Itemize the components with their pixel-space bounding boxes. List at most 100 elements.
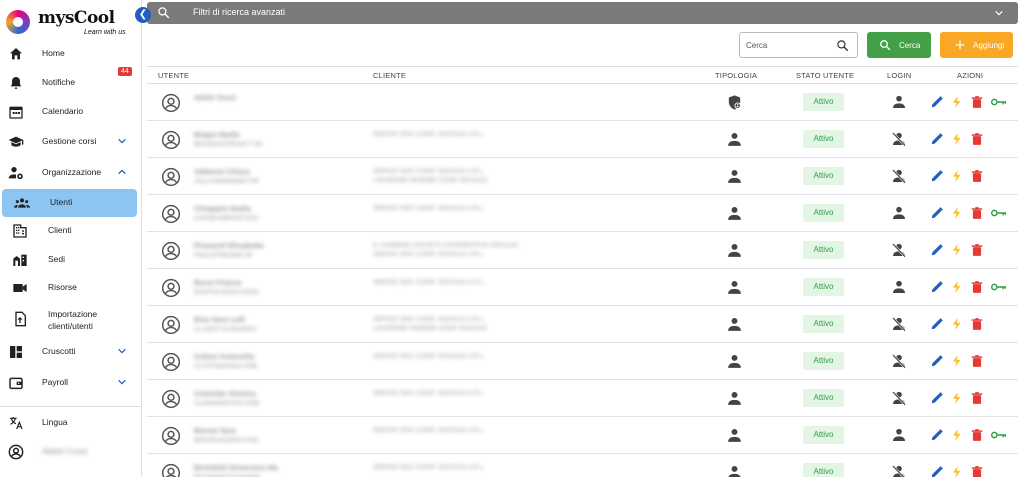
lightning-icon[interactable] xyxy=(950,206,964,220)
lightning-icon[interactable] xyxy=(950,280,964,294)
delete-icon[interactable] xyxy=(970,465,984,477)
header-tipologia[interactable]: TIPOLOGIA xyxy=(715,71,757,80)
key-icon[interactable] xyxy=(990,280,1008,294)
sidebar-item-risorse[interactable]: Risorse xyxy=(0,274,141,302)
client-name: SERVIZI SOC COOP. SOCIALE A R.L. xyxy=(373,427,486,434)
lightning-icon[interactable] xyxy=(950,132,964,146)
edit-icon[interactable] xyxy=(930,391,944,405)
login-enabled-icon[interactable] xyxy=(891,205,907,221)
login-enabled-icon[interactable] xyxy=(891,427,907,443)
edit-icon[interactable] xyxy=(930,317,944,331)
table-row[interactable]: Bossi Franca BSSFNC59S51C933K SERVIZI SOC … xyxy=(147,269,1018,306)
lightning-icon[interactable] xyxy=(950,391,964,405)
sidebar-item-cruscotti[interactable]: Cruscotti xyxy=(0,338,141,366)
advanced-filters-bar[interactable]: Filtri di ricerca avanzati xyxy=(147,2,1018,24)
file-upload-icon xyxy=(15,311,26,327)
edit-icon[interactable] xyxy=(930,428,944,442)
edit-icon[interactable] xyxy=(930,169,944,183)
sidebar-item-home[interactable]: Home xyxy=(0,40,141,68)
lightning-icon[interactable] xyxy=(950,243,964,257)
delete-icon[interactable] xyxy=(970,354,984,368)
delete-icon[interactable] xyxy=(970,206,984,220)
lightning-icon[interactable] xyxy=(950,428,964,442)
sidebar-item-label: Gestione corsi xyxy=(42,136,97,146)
search-icon[interactable] xyxy=(836,39,849,52)
edit-icon[interactable] xyxy=(930,132,944,146)
sidebar-profile[interactable]: Adele Cozzi xyxy=(0,438,141,466)
table-row[interactable]: Chiappini Nadia CHPNDA68R53F205J SERVIZI S… xyxy=(147,195,1018,232)
collapse-sidebar-button[interactable]: ❮ xyxy=(135,7,151,23)
delete-icon[interactable] xyxy=(970,243,984,257)
delete-icon[interactable] xyxy=(970,132,984,146)
login-disabled-icon[interactable] xyxy=(891,242,907,258)
login-enabled-icon[interactable] xyxy=(891,279,907,295)
login-disabled-icon[interactable] xyxy=(891,390,907,406)
table-row[interactable]: Bertoletti Domenica IdaBRTDMN57C64A940PS… xyxy=(147,454,1018,477)
delete-icon[interactable] xyxy=(970,95,984,109)
status-badge: Attivo xyxy=(803,204,844,222)
table-row[interactable]: Beroni Sara BRNSRA82M52A794L SERVIZI SOC C… xyxy=(147,417,1018,454)
sidebar-item-label-line1: Importazione xyxy=(48,309,98,319)
login-disabled-icon[interactable] xyxy=(891,131,907,147)
plus-icon xyxy=(955,40,965,50)
sidebar-item-payroll[interactable]: Payroll xyxy=(0,369,141,397)
edit-icon[interactable] xyxy=(930,354,944,368)
lightning-icon[interactable] xyxy=(950,317,964,331)
sidebar-item-label: Lingua xyxy=(42,417,68,427)
lightning-icon[interactable] xyxy=(950,465,964,477)
delete-icon[interactable] xyxy=(970,428,984,442)
edit-icon[interactable] xyxy=(930,95,944,109)
sidebar-item-organizzazione[interactable]: Organizzazione xyxy=(0,159,141,187)
chevron-up-icon xyxy=(118,169,126,175)
lightning-icon[interactable] xyxy=(950,354,964,368)
delete-icon[interactable] xyxy=(970,317,984,331)
lightning-icon[interactable] xyxy=(950,95,964,109)
header-utente[interactable]: UTENTE xyxy=(158,71,189,80)
edit-icon[interactable] xyxy=(930,243,944,257)
table-row[interactable]: Pinazzoli Elisabetta PNZLBT65A58E73F IL CA… xyxy=(147,232,1018,269)
search-icon xyxy=(158,7,170,19)
table-row[interactable]: Addeoni Chiara ADLCHR84M58B774F SERVIZI SO… xyxy=(147,158,1018,195)
chevron-down-icon xyxy=(118,138,126,144)
logo[interactable]: mysCool Learn with us xyxy=(6,8,136,40)
edit-icon[interactable] xyxy=(930,280,944,294)
sidebar-divider xyxy=(0,406,141,407)
search-button[interactable]: Cerca xyxy=(867,32,931,58)
table-row[interactable]: Colturi Antonella CLTNTN62H55A794E SERVIZI… xyxy=(147,343,1018,380)
key-icon[interactable] xyxy=(990,95,1008,109)
table-row[interactable]: Colombo Simona CLMSMN68T61F205E SERVIZI SO… xyxy=(147,380,1018,417)
edit-icon[interactable] xyxy=(930,465,944,477)
sidebar-item-label: Sedi xyxy=(48,254,66,264)
sidebar-item-clienti[interactable]: Clienti xyxy=(0,217,141,245)
sidebar-item-calendario[interactable]: Calendario xyxy=(0,98,141,126)
delete-icon[interactable] xyxy=(970,280,984,294)
login-enabled-icon[interactable] xyxy=(891,94,907,110)
table-row[interactable]: Biagio Nadia BRGNDA67R61B77-8C SERVIZI SOC… xyxy=(147,121,1018,158)
header-cliente[interactable]: CLIENTE xyxy=(373,71,406,80)
sidebar-item-importazione[interactable]: Importazione clienti/utenti xyxy=(0,305,141,333)
table-row[interactable]: Adele Cozzi Attivo xyxy=(147,84,1018,121)
person-icon xyxy=(728,354,741,368)
add-button[interactable]: Aggiungi xyxy=(940,32,1013,58)
client-name: IL CAMMINO SOCIETA COOPERATIVA SOCIALE xyxy=(373,242,519,249)
sidebar-item-gestione[interactable]: Gestione corsi xyxy=(0,128,141,156)
user-avatar-icon xyxy=(161,93,181,113)
login-disabled-icon[interactable] xyxy=(891,464,907,477)
search-field[interactable] xyxy=(739,32,858,58)
header-login: LOGIN xyxy=(887,71,912,80)
login-disabled-icon[interactable] xyxy=(891,168,907,184)
key-icon[interactable] xyxy=(990,206,1008,220)
login-disabled-icon[interactable] xyxy=(891,353,907,369)
key-icon[interactable] xyxy=(990,428,1008,442)
sidebar-item-utenti[interactable]: Utenti xyxy=(2,189,137,217)
login-disabled-icon[interactable] xyxy=(891,316,907,332)
table-row[interactable]: Elsa Sara Lelli LLLSRS71C45A940X SERVIZI S… xyxy=(147,306,1018,343)
search-input[interactable] xyxy=(746,38,830,52)
lightning-icon[interactable] xyxy=(950,169,964,183)
sidebar-item-lingua[interactable]: Lingua xyxy=(0,409,141,437)
delete-icon[interactable] xyxy=(970,391,984,405)
header-stato[interactable]: STATO UTENTE xyxy=(796,71,854,80)
delete-icon[interactable] xyxy=(970,169,984,183)
sidebar-item-sedi[interactable]: Sedi xyxy=(0,246,141,274)
edit-icon[interactable] xyxy=(930,206,944,220)
